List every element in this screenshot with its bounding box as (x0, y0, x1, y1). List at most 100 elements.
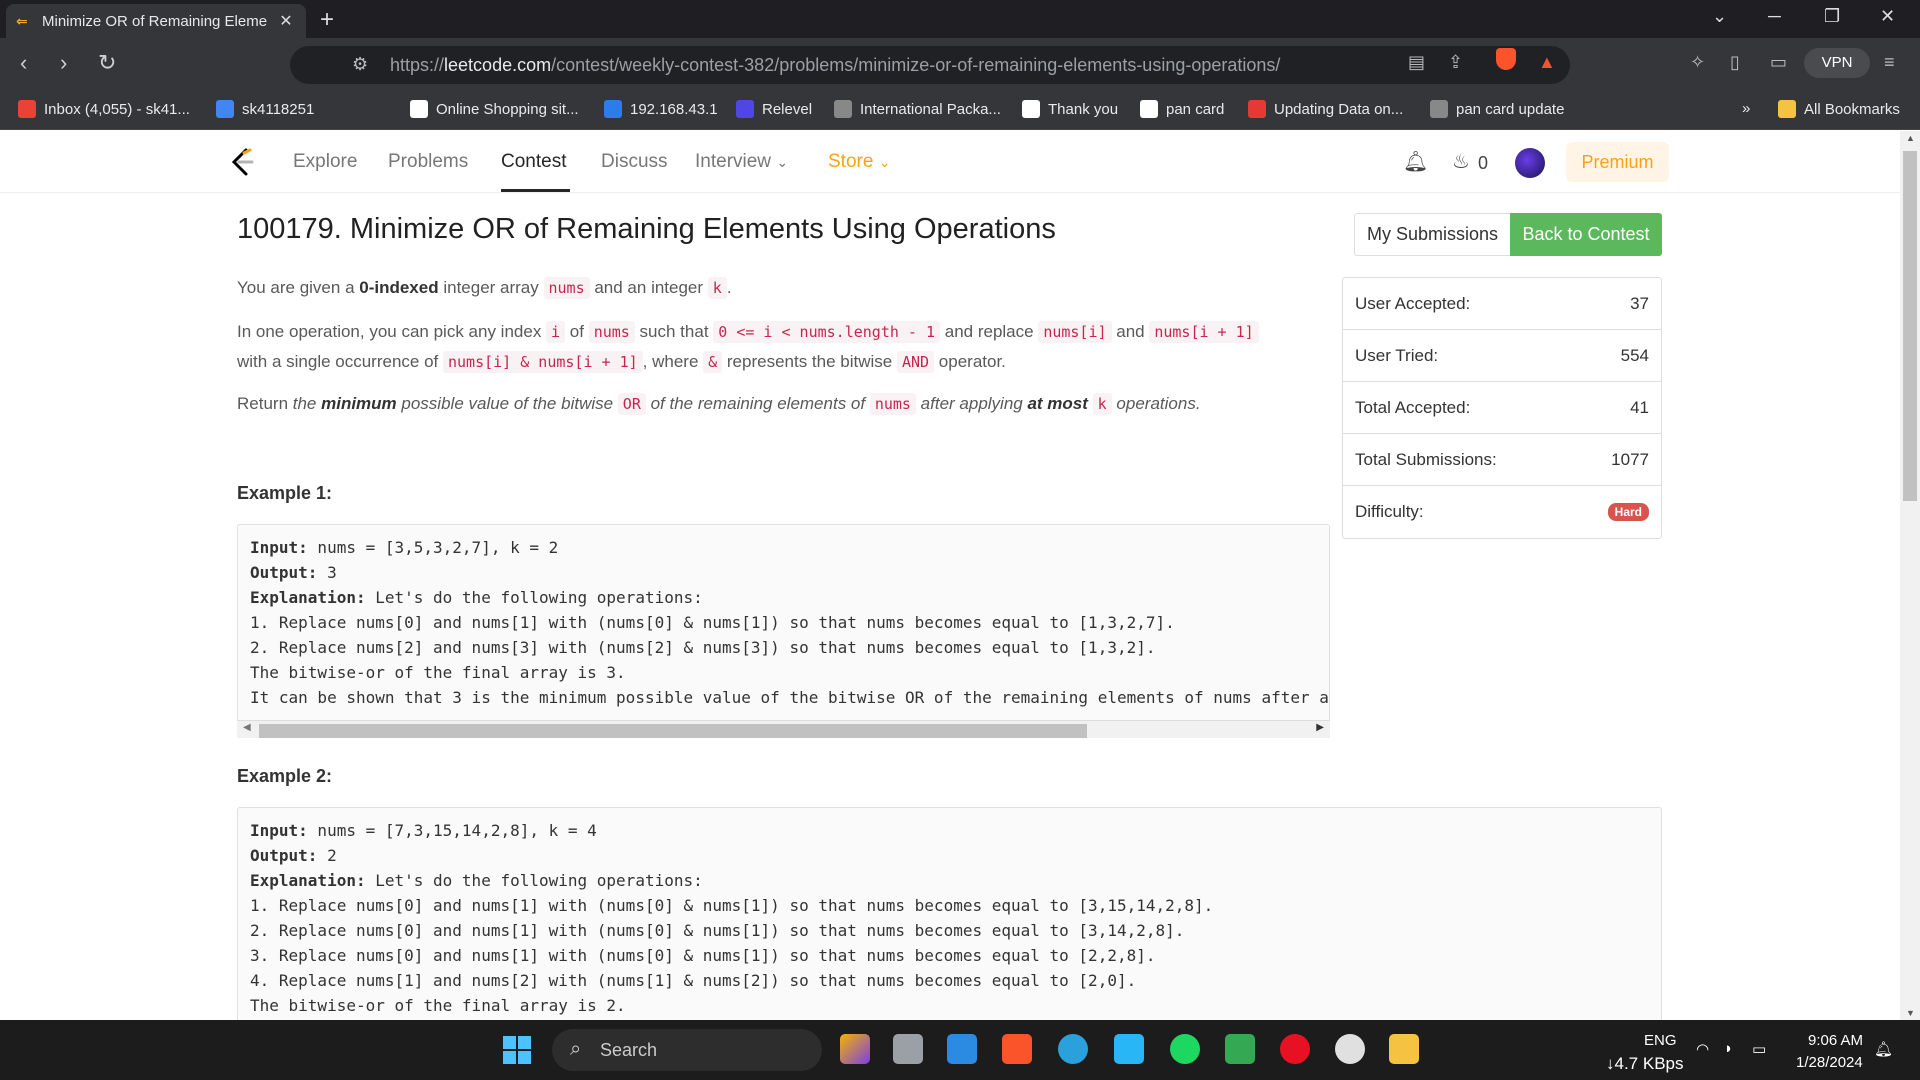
file-explorer-icon[interactable] (1389, 1034, 1419, 1064)
bookmark-label: International Packa... (860, 100, 1001, 118)
back-to-contest-button[interactable]: Back to Contest (1510, 213, 1662, 256)
nav-discuss[interactable]: Discuss (601, 151, 668, 173)
clock-app-icon[interactable] (1335, 1034, 1365, 1064)
sidebar-icon[interactable]: ▯ (1730, 52, 1740, 73)
description-paragraph-2: In one operation, you can pick any index… (237, 317, 1307, 377)
battery-icon[interactable]: ▭ (1752, 1040, 1766, 1058)
chevron-down-icon: ⌄ (776, 154, 789, 170)
premium-button[interactable]: Premium (1566, 142, 1669, 182)
bookmark-label: Relevel (762, 100, 813, 118)
taskbar-search[interactable]: ⌕ Search (552, 1029, 822, 1071)
problem-page: 100179. Minimize OR of Remaining Element… (0, 193, 1900, 1020)
calendar-icon[interactable] (1225, 1034, 1255, 1064)
bookmark-label: Inbox (4,055) - sk41... (44, 100, 190, 118)
new-tab-icon[interactable]: + (320, 6, 334, 34)
stat-row: Total Submissions: 1077 (1343, 434, 1661, 486)
page-vertical-scrollbar[interactable]: ▲ ▼ (1900, 131, 1920, 1020)
globe-icon (834, 100, 852, 118)
clock-time[interactable]: 9:06 AM (1808, 1032, 1863, 1049)
example-2-heading: Example 2: (237, 766, 333, 786)
brave-rewards-icon[interactable]: ▲ (1538, 52, 1556, 73)
browser-toolbar: ‹ › ↻ ⚐ https://leetcode.com/contest/wee… (0, 38, 1920, 90)
opera-icon[interactable] (1280, 1034, 1310, 1064)
more-bookmarks-icon[interactable]: » (1742, 100, 1750, 117)
bookmark-item[interactable]: Updating Data on... (1248, 100, 1403, 118)
stat-row: Total Accepted: 41 (1343, 382, 1661, 434)
difficulty-badge: Hard (1607, 503, 1649, 521)
chevron-down-icon: ⌄ (878, 154, 891, 170)
bookmark-item[interactable]: Inbox (4,055) - sk41... (18, 100, 190, 118)
folder-icon (1778, 100, 1796, 118)
forward-icon[interactable]: › (60, 50, 67, 76)
relevel-icon (736, 100, 754, 118)
vscode-icon[interactable] (947, 1034, 977, 1064)
avatar[interactable] (1515, 148, 1545, 178)
scrollbar-thumb[interactable] (259, 724, 1087, 738)
input-language[interactable]: ENG (1644, 1032, 1677, 1049)
example-1-horizontal-scrollbar[interactable]: ◀ ▶ (237, 720, 1330, 738)
volume-icon[interactable]: ◗ (1724, 1040, 1733, 1057)
notification-bell-icon[interactable]: 🔔︎ (1403, 149, 1428, 174)
leetcode-logo-icon[interactable] (228, 147, 256, 177)
bookmark-item[interactable]: 192.168.43.1 (604, 100, 718, 118)
restore-icon[interactable]: ❐ (1824, 6, 1840, 27)
windows-start-icon[interactable] (503, 1036, 531, 1064)
taskbar-search-label: Search (600, 1039, 658, 1060)
back-icon[interactable]: ‹ (20, 50, 27, 76)
scroll-right-icon[interactable]: ▶ (1316, 722, 1324, 733)
bookmark-item[interactable]: sk4118251 (216, 100, 314, 118)
nav-explore[interactable]: Explore (293, 151, 357, 173)
brave-browser-icon[interactable] (1002, 1034, 1032, 1064)
l-app-icon[interactable] (1114, 1034, 1144, 1064)
bookmark-item[interactable]: Relevel (736, 100, 812, 118)
close-window-icon[interactable]: ✕ (1880, 6, 1895, 27)
wallet-icon[interactable]: ▭ (1770, 52, 1787, 73)
bookmark-item[interactable]: International Packa... (834, 100, 1001, 118)
windows-taskbar: ⌕ Search ENG ↓4.7 KBps ◠ ◗ ▭ 9:06 AM 1/2… (0, 1020, 1920, 1080)
nav-store-label: Store (828, 151, 874, 172)
scroll-up-icon[interactable]: ▲ (1906, 133, 1915, 143)
bookmark-item[interactable]: pan card (1140, 100, 1224, 118)
clock-date[interactable]: 1/28/2024 (1796, 1054, 1863, 1071)
scroll-down-icon[interactable]: ▼ (1906, 1008, 1915, 1018)
bookmark-item[interactable]: Online Shopping sit... (410, 100, 579, 118)
globe-icon (1430, 100, 1448, 118)
nav-interview[interactable]: Interview ⌄ (695, 151, 788, 173)
address-bar[interactable]: https://leetcode.com/contest/weekly-cont… (290, 46, 1570, 84)
leetcode-favicon-icon: ⇐ (16, 13, 28, 29)
notifications-bell-icon[interactable]: 🔔︎ (1874, 1040, 1893, 1058)
bookmark-item[interactable]: Thank you (1022, 100, 1118, 118)
nav-active-underline (501, 189, 570, 192)
problem-title: 100179. Minimize OR of Remaining Element… (237, 213, 1056, 245)
nav-store[interactable]: Store ⌄ (828, 151, 890, 173)
browser-tab-active[interactable]: ⇐ Minimize OR of Remaining Eleme ✕ (6, 4, 306, 38)
nav-contest[interactable]: Contest (501, 151, 566, 173)
telegram-icon[interactable] (1058, 1034, 1088, 1064)
bookmark-item[interactable]: pan card update (1430, 100, 1564, 118)
share-icon[interactable]: ⇪ (1448, 52, 1463, 73)
menu-icon[interactable]: ≡ (1884, 52, 1895, 73)
spotify-icon[interactable] (1170, 1034, 1200, 1064)
bookmark-label: pan card (1166, 100, 1225, 118)
streak-fire-icon[interactable]: ♨ (1452, 149, 1470, 174)
scrollbar-thumb[interactable] (1903, 151, 1917, 501)
scroll-left-icon[interactable]: ◀ (243, 722, 251, 733)
all-bookmarks-folder[interactable]: All Bookmarks (1778, 100, 1900, 118)
my-submissions-button[interactable]: My Submissions (1354, 213, 1511, 256)
url-path: /contest/weekly-contest-382/problems/min… (551, 54, 1281, 75)
extensions-icon[interactable]: ✧ (1690, 52, 1705, 73)
brave-shields-icon[interactable] (1496, 48, 1516, 70)
minimize-icon[interactable]: ─ (1768, 6, 1781, 27)
bookmark-label: pan card update (1456, 100, 1565, 118)
task-view-icon[interactable] (893, 1034, 923, 1064)
vpn-button[interactable]: VPN (1804, 48, 1870, 78)
tab-search-chevron-icon[interactable]: ⌄ (1712, 6, 1727, 27)
reader-mode-icon[interactable]: ▤ (1408, 52, 1425, 73)
copilot-icon[interactable] (840, 1034, 870, 1064)
reload-icon[interactable]: ↻ (98, 50, 116, 76)
site-navbar: Explore Problems Contest Discuss Intervi… (0, 131, 1900, 193)
wifi-icon[interactable]: ◠ (1696, 1040, 1709, 1058)
nav-problems[interactable]: Problems (388, 151, 468, 173)
tab-close-icon[interactable]: ✕ (276, 11, 296, 31)
site-settings-icon[interactable]: ⚙ (352, 54, 368, 75)
